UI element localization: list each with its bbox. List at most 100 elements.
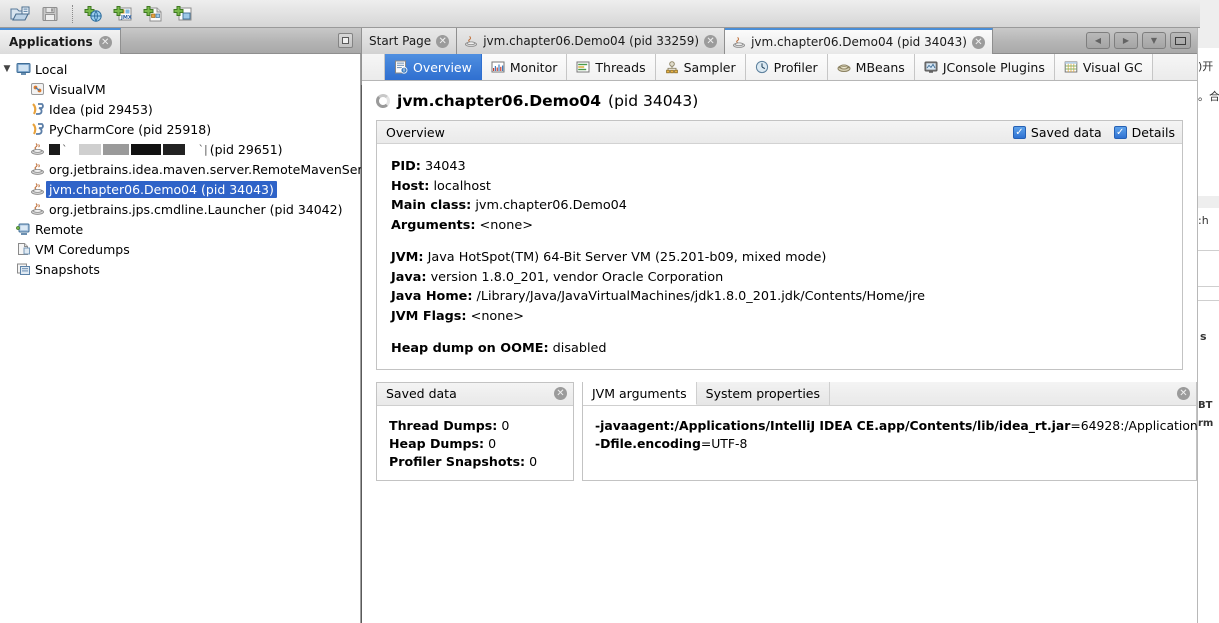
applications-header-filler xyxy=(121,28,338,53)
saved-row-profiler-snapshots: Profiler Snapshots: 0 xyxy=(389,453,573,471)
saved-key: Heap Dumps: xyxy=(389,435,485,451)
detail-row-arguments: Arguments: <none> xyxy=(391,216,1182,236)
close-icon[interactable]: ✕ xyxy=(1177,387,1190,400)
mbeans-icon xyxy=(837,60,851,74)
tree-item-jps-launcher[interactable]: org.jetbrains.jps.cmdline.Launcher (pid … xyxy=(0,199,360,219)
minimize-window-icon[interactable] xyxy=(338,33,353,48)
detail-key: Main class: xyxy=(391,198,472,213)
bg-fragment: BT xyxy=(1198,400,1213,411)
tab-label: Threads xyxy=(595,59,646,75)
sampler-icon xyxy=(665,60,679,74)
tree-item-label: org.jetbrains.idea.maven.server.RemoteMa… xyxy=(49,161,378,177)
tree-item-pycharmcore[interactable]: PyCharmCore (pid 25918) xyxy=(0,119,360,139)
saved-data-checkbox[interactable]: ✓ xyxy=(1012,125,1026,139)
detail-value: localhost xyxy=(433,178,491,194)
tab-jconsole-plugins[interactable]: JConsole Plugins xyxy=(914,54,1055,80)
save-button[interactable] xyxy=(36,2,64,26)
tab-label: Monitor xyxy=(509,59,558,75)
tab-mbeans[interactable]: MBeans xyxy=(827,54,915,80)
detail-key: Java: xyxy=(391,269,427,285)
tab-demo04-33259[interactable]: jvm.chapter06.Demo04 (pid 33259) ✕ xyxy=(457,28,726,54)
tab-demo04-34043[interactable]: jvm.chapter06.Demo04 (pid 34043) ✕ xyxy=(725,28,993,54)
tab-start-page[interactable]: Start Page ✕ xyxy=(362,28,458,54)
open-file-button[interactable] xyxy=(6,2,34,26)
intellij-icon xyxy=(28,122,46,136)
java-icon xyxy=(28,142,46,156)
saved-data-panel: Saved data ✕ Thread Dumps: 0 Heap Dumps:… xyxy=(376,381,574,481)
detail-key: Java Home: xyxy=(391,289,473,304)
close-icon[interactable]: ✕ xyxy=(98,35,112,49)
java-icon xyxy=(732,36,746,49)
details-checkbox[interactable]: ✓ xyxy=(1113,125,1127,139)
snapshot-icon xyxy=(14,262,32,276)
saved-value: 0 xyxy=(529,453,538,469)
applications-tab[interactable]: Applications ✕ xyxy=(0,28,121,54)
tab-label: Start Page xyxy=(369,34,432,48)
tab-visual-gc[interactable]: Visual GC xyxy=(1054,54,1153,80)
chevron-down-icon[interactable]: ▼ xyxy=(1142,32,1166,49)
argument-line: -javaagent:/Applications/IntelliJ IDEA C… xyxy=(595,417,1197,435)
bg-fragment: 。合 xyxy=(1198,90,1219,103)
tab-profiler[interactable]: Profiler xyxy=(745,54,828,80)
tree-item-idea[interactable]: Idea (pid 29453) xyxy=(0,99,360,119)
tree-item-demo04-selected[interactable]: jvm.chapter06.Demo04 (pid 34043) xyxy=(0,179,360,199)
detail-gap xyxy=(391,235,1182,248)
saved-data-checkbox-group[interactable]: ✓ Saved data xyxy=(1012,125,1102,140)
maximize-window-icon[interactable] xyxy=(1170,32,1191,49)
arguments-panel-header: JVM arguments System properties ✕ xyxy=(583,382,1196,406)
add-remote-host-button[interactable] xyxy=(79,2,107,26)
redacted-process-name: ` `| (pid 29651) xyxy=(46,142,283,157)
detail-value: /Library/Java/JavaVirtualMachines/jdk1.8… xyxy=(476,289,925,304)
tab-sampler[interactable]: Sampler xyxy=(655,54,746,80)
view-tab-bar: i Overview Monitor Threads Sampler Profi… xyxy=(362,54,1197,81)
saved-data-panel-label: Saved data xyxy=(386,386,457,401)
details-checkbox-group[interactable]: ✓ Details xyxy=(1113,125,1175,140)
tree-item-local[interactable]: ▼ Local xyxy=(0,59,360,79)
add-vm-coredump-button[interactable] xyxy=(139,2,167,26)
applications-tree: ▼ Local VisualVM Idea (pid 29453) PyChar… xyxy=(0,54,378,279)
overview-details-body: PID: 34043 Host: localhost Main class: j… xyxy=(377,144,1182,369)
tree-item-vm-coredumps[interactable]: VM Coredumps xyxy=(0,239,360,259)
arguments-tab-bar: JVM arguments System properties ✕ xyxy=(583,382,1196,405)
visualgc-icon xyxy=(1064,60,1078,74)
chevron-down-icon[interactable]: ▼ xyxy=(0,64,14,74)
close-icon[interactable]: ✕ xyxy=(436,34,450,48)
tree-item-redacted[interactable]: ` `| (pid 29651) xyxy=(0,139,360,159)
tab-threads[interactable]: Threads xyxy=(567,54,656,80)
tab-monitor[interactable]: Monitor xyxy=(481,54,568,80)
tree-item-label: VisualVM xyxy=(49,81,106,97)
argument-line-rest: =64928:/Applications xyxy=(1070,417,1197,433)
detail-key: Heap dump on OOME: xyxy=(391,341,549,356)
tab-label: jvm.chapter06.Demo04 (pid 33259) xyxy=(483,34,700,48)
page-title: jvm.chapter06.Demo04 (pid 34043) xyxy=(362,81,1197,120)
tab-system-properties[interactable]: System properties xyxy=(696,382,831,405)
tree-item-remote-maven-server[interactable]: org.jetbrains.idea.maven.server.RemoteMa… xyxy=(0,159,378,179)
tab-jvm-arguments[interactable]: JVM arguments xyxy=(583,382,697,405)
add-snapshot-button[interactable] xyxy=(169,2,197,26)
overview-panel-label: Overview xyxy=(386,124,445,140)
close-icon[interactable]: ✕ xyxy=(971,35,985,49)
overview-panel-header: Overview ✓ Saved data ✓ Details xyxy=(377,121,1182,144)
add-jmx-connection-button[interactable]: JMX xyxy=(109,2,137,26)
tree-item-label: jvm.chapter06.Demo04 (pid 34043) xyxy=(46,180,277,198)
scroll-left-icon[interactable]: ◀ xyxy=(1086,32,1110,49)
tree-item-visualvm[interactable]: VisualVM xyxy=(0,79,360,99)
detail-row-java-home: Java Home: /Library/Java/JavaVirtualMach… xyxy=(391,287,1182,307)
tree-item-snapshots[interactable]: Snapshots xyxy=(0,259,360,279)
close-icon[interactable]: ✕ xyxy=(704,34,718,48)
detail-value: <none> xyxy=(479,217,533,233)
scroll-right-icon[interactable]: ▶ xyxy=(1114,32,1138,49)
toolbar-separator xyxy=(72,4,73,23)
tab-overview[interactable]: i Overview xyxy=(384,54,482,80)
tree-item-label: VM Coredumps xyxy=(35,241,130,257)
tab-label: MBeans xyxy=(855,59,905,75)
saved-key: Thread Dumps: xyxy=(389,417,498,433)
detail-value: version 1.8.0_201, vendor Oracle Corpora… xyxy=(430,269,724,285)
tab-bar-filler xyxy=(993,28,1086,53)
close-icon[interactable]: ✕ xyxy=(554,387,567,400)
argument-line: -Dfile.encoding=UTF-8 xyxy=(595,435,1196,453)
detail-row-pid: PID: 34043 xyxy=(391,157,1182,177)
intellij-icon xyxy=(28,102,46,116)
coredump-icon xyxy=(14,242,32,256)
tree-item-remote[interactable]: Remote xyxy=(0,219,360,239)
